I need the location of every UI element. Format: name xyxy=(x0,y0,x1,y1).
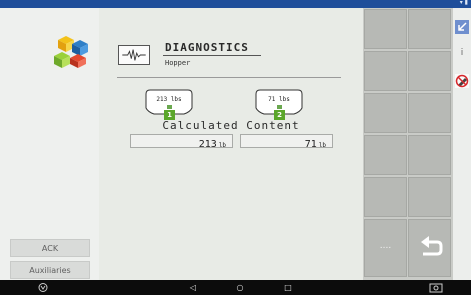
screenshot-camera-icon[interactable] xyxy=(428,280,444,295)
diagnostics-panel: DIAGNOSTICS Hopper 213 lbs 1 71 lbs 2 Ca… xyxy=(99,8,363,280)
title-underline xyxy=(163,55,261,56)
value-unit: lb xyxy=(218,142,226,149)
android-navigation-bar: ◁ ○ □ xyxy=(0,280,471,295)
status-icons: ▾ ▮ xyxy=(459,0,468,6)
softkey-empty[interactable] xyxy=(408,51,451,91)
brand-logo-icon[interactable] xyxy=(36,280,50,295)
nav-back-icon[interactable]: ◁ xyxy=(186,280,200,295)
ack-button[interactable]: ACK xyxy=(10,239,90,257)
calculated-content-value-1: 213 lb xyxy=(130,134,233,150)
softkey-empty[interactable] xyxy=(408,177,451,217)
right-tool-strip: i xyxy=(453,8,471,280)
collapse-arrow-icon[interactable] xyxy=(455,20,469,34)
value-number: 213 xyxy=(198,139,217,150)
app-logo-icon xyxy=(54,36,88,68)
softkey-empty[interactable] xyxy=(364,9,407,49)
divider xyxy=(117,77,341,78)
softkey-empty[interactable] xyxy=(364,177,407,217)
nav-recents-icon[interactable]: □ xyxy=(281,280,295,295)
auxiliaries-button[interactable]: Auxiliaries xyxy=(10,261,90,279)
softkey-empty[interactable] xyxy=(408,9,451,49)
calculated-content-heading: Calculated Content xyxy=(162,119,300,132)
status-bar: ▾ ▮ xyxy=(0,0,471,8)
back-softkey-button[interactable] xyxy=(408,219,451,277)
softkey-empty[interactable] xyxy=(408,135,451,175)
softkey-empty[interactable] xyxy=(364,135,407,175)
page-title: DIAGNOSTICS xyxy=(165,41,249,54)
diagnostics-waveform-icon xyxy=(118,45,150,65)
svg-text:i: i xyxy=(461,48,464,58)
softkey-empty[interactable] xyxy=(364,51,407,91)
left-panel: ACK Auxiliaries xyxy=(0,8,99,280)
page-subtitle: Hopper xyxy=(165,59,191,67)
nav-home-icon[interactable]: ○ xyxy=(233,280,247,295)
softkey-panel: .... xyxy=(363,8,453,280)
value-unit: lb xyxy=(318,142,326,149)
softkey-empty[interactable] xyxy=(364,93,407,133)
hopper-bin-1: 213 lbs 1 xyxy=(144,88,194,121)
value-number: 71 xyxy=(304,139,317,150)
hopper-bin-value: 213 lbs xyxy=(154,96,184,104)
info-icon[interactable]: i xyxy=(455,44,469,58)
calculated-content-value-2: 71 lb xyxy=(240,134,333,150)
no-edit-icon[interactable] xyxy=(455,74,469,88)
hopper-bin-value: 71 lbs xyxy=(264,96,294,104)
hopper-bin-2: 71 lbs 2 xyxy=(254,88,304,121)
return-arrow-icon xyxy=(421,236,443,256)
more-softkey-button[interactable]: .... xyxy=(364,219,407,277)
softkey-empty[interactable] xyxy=(408,93,451,133)
